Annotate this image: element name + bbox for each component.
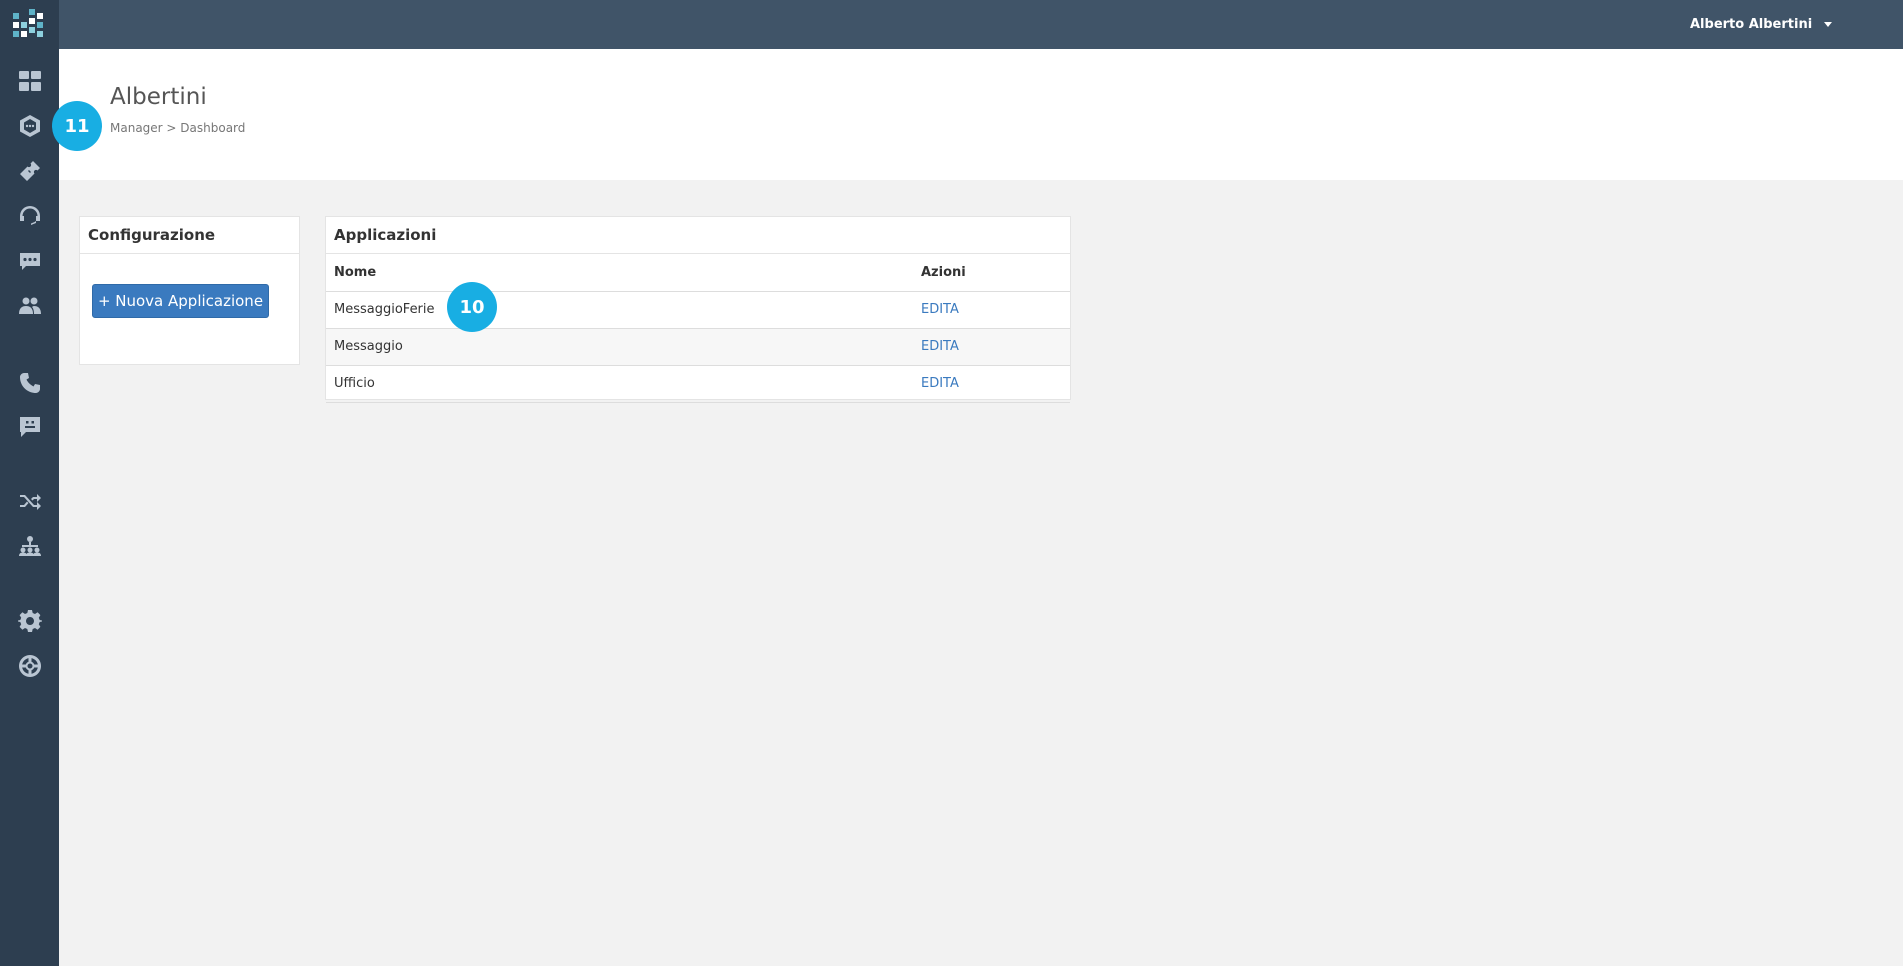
application-name: MessaggioFerie (326, 291, 913, 329)
dashboard-icon (19, 71, 41, 91)
config-panel: Configurazione + Nuova Applicazione (79, 216, 300, 365)
table-row: Messaggio EDITA (326, 328, 1070, 366)
sidebar (0, 0, 59, 966)
caret-down-icon (1824, 22, 1833, 27)
sms-icon (20, 417, 40, 437)
sidebar-item-calls[interactable] (16, 369, 44, 397)
shuffle-icon (20, 494, 41, 510)
user-name: Alberto Albertini (1690, 17, 1813, 32)
applications-panel: Applicazioni Nome Azioni MessaggioFerie … (325, 216, 1071, 403)
lifebuoy-icon (19, 655, 42, 677)
sidebar-item-chat[interactable] (16, 112, 44, 140)
phone-icon (20, 373, 40, 393)
user-menu[interactable]: Alberto Albertini (1690, 0, 1833, 49)
applications-table: Nome Azioni MessaggioFerie EDITA Messagg… (326, 254, 1070, 403)
new-application-button[interactable]: + Nuova Applicazione (92, 284, 269, 318)
gear-icon (18, 610, 42, 632)
users-icon (19, 297, 41, 314)
ticket-icon (20, 161, 40, 181)
sidebar-item-organization[interactable] (16, 532, 44, 560)
step-badge: 10 (447, 282, 497, 332)
edit-link[interactable]: EDITA (921, 376, 959, 391)
app-logo[interactable] (13, 9, 47, 41)
edit-link[interactable]: EDITA (921, 302, 959, 317)
sidebar-item-help[interactable] (16, 652, 44, 680)
sidebar-item-support[interactable] (16, 202, 44, 230)
page-header: Albertini Manager > Dashboard (59, 49, 1903, 180)
column-header-name: Nome (326, 254, 913, 292)
top-bar (0, 0, 1903, 49)
breadcrumb: Manager > Dashboard (110, 121, 246, 135)
sidebar-item-users[interactable] (16, 292, 44, 320)
table-row: MessaggioFerie EDITA (326, 291, 1070, 329)
sidebar-item-sms[interactable] (16, 413, 44, 441)
sidebar-item-routing[interactable] (16, 487, 44, 515)
sidebar-item-ticket[interactable] (16, 157, 44, 185)
hexagon-chat-icon (20, 115, 40, 137)
table-row: Ufficio EDITA (326, 365, 1070, 403)
edit-link[interactable]: EDITA (921, 339, 959, 354)
step-badge: 11 (52, 101, 102, 151)
application-name: Messaggio (326, 328, 913, 366)
sidebar-item-settings[interactable] (16, 607, 44, 635)
sidebar-item-messages[interactable] (16, 247, 44, 275)
message-dots-icon (20, 253, 40, 270)
column-header-actions: Azioni (913, 254, 1070, 292)
config-panel-title: Configurazione (80, 217, 299, 254)
applications-panel-title: Applicazioni (326, 217, 1070, 254)
application-name: Ufficio (326, 365, 913, 403)
table-header-row: Nome Azioni (326, 254, 1070, 292)
page-title: Albertini (110, 84, 207, 110)
org-chart-icon (19, 536, 41, 556)
headset-icon (20, 206, 40, 225)
sidebar-item-dashboard[interactable] (16, 67, 44, 95)
